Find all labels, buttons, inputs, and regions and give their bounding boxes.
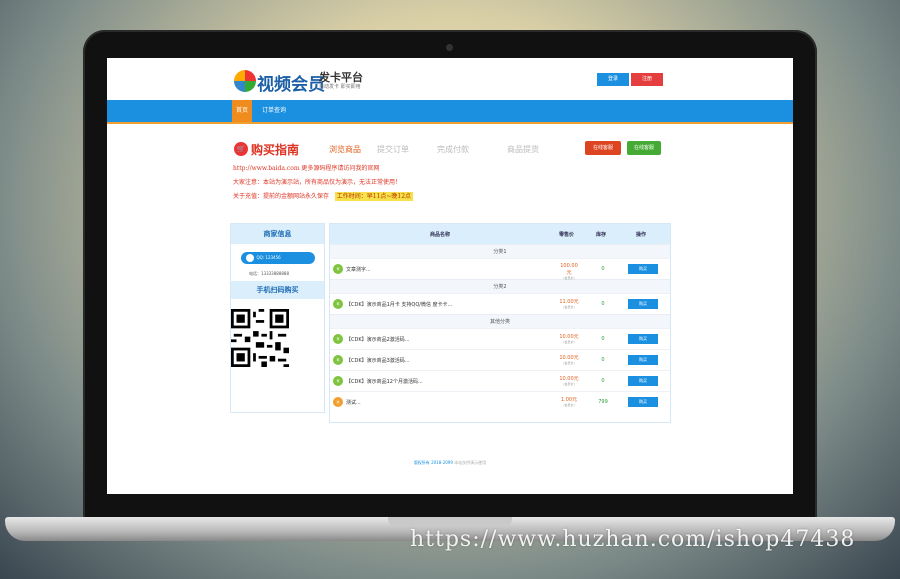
product-table: 商品名称 零售价 库存 操作 分类1 荐文章测字... 100.00元 (会员价) 0 购… [329, 223, 671, 423]
step-submit: 提交订单 [377, 145, 409, 154]
price-note: (会员价) [563, 305, 575, 309]
product-name[interactable]: 文章测字... [346, 266, 371, 273]
footer-note: 本站仅供演示使用 [454, 460, 487, 465]
logo-text[interactable]: 视频会员 [257, 70, 325, 95]
site-footer: 版权所有 2018-2099 本站仅供演示使用 [107, 460, 793, 466]
table-row: 荐【CDK】演示商品2激活码... 10.00元 (会员价) 0 购买 [330, 328, 670, 349]
main-nav: 首页 订单查询 [107, 100, 793, 124]
col-price: 零售价 [559, 232, 575, 238]
nav-home[interactable]: 首页 [232, 100, 252, 122]
notice-recharge-text: 关于充值：提前的金额网站永久保存 [233, 193, 330, 200]
table-row: 荐文章测字... 100.00元 (会员价) 0 购买 [330, 258, 670, 280]
product-badge-icon: 热 [333, 397, 343, 407]
guide-title: 购买指南 [251, 143, 300, 157]
notice-demo: 大家注意：本站为演示站，所有商品仅为演示，无法正常使用！ [233, 179, 402, 186]
product-name[interactable]: 【CDK】演示商品12个月激活码... [346, 378, 423, 385]
product-price: 10.00元 (会员价) [558, 375, 580, 386]
category-row: 其他分类 [330, 314, 670, 328]
col-stock: 库存 [596, 232, 607, 238]
logo-tagline: 自动发卡 即买即用 [319, 84, 361, 90]
merchant-phone: 电话：13333888888 [249, 271, 289, 276]
table-row: 荐【CDK】演示商品3激活码... 10.00元 (会员价) 0 购买 [330, 349, 670, 370]
product-stock: 0 [601, 378, 605, 384]
buy-button[interactable]: 购买 [628, 355, 658, 365]
product-badge-icon: 荐 [333, 299, 343, 309]
step-pickup: 商品提货 [507, 145, 539, 154]
product-name[interactable]: 【CDK】演示商品2激活码... [346, 336, 410, 343]
product-price: 10.00元 (会员价) [558, 333, 580, 344]
browser-screen: 视频会员 发卡平台 自动发卡 即买即用 登录 注册 首页 订单查询 🛒 购买指南… [107, 58, 793, 494]
category-row: 分类2 [330, 279, 670, 293]
price-note: (会员价) [563, 361, 575, 365]
buy-button[interactable]: 购买 [628, 264, 658, 274]
buy-button[interactable]: 购买 [628, 397, 658, 407]
scan-title: 手机扫码购买 [231, 281, 324, 299]
product-badge-icon: 荐 [333, 334, 343, 344]
site-header: 视频会员 发卡平台 自动发卡 即买即用 登录 注册 [107, 58, 793, 100]
notice-recharge: 关于充值：提前的金额网站永久保存 工作时间：早11点~晚12点 [233, 191, 414, 201]
price-note: (会员价) [563, 403, 575, 407]
product-stock: 0 [601, 301, 605, 307]
qr-code [231, 309, 289, 367]
product-stock: 0 [601, 357, 605, 363]
qq-button[interactable]: QQ: 123456 [240, 252, 315, 264]
camera-dot [446, 44, 453, 51]
buy-button[interactable]: 购买 [628, 299, 658, 309]
price-value: 100.00元 [560, 263, 578, 276]
product-stock: 0 [601, 336, 605, 342]
product-name[interactable]: 【CDK】演示商品3激活码... [346, 357, 410, 364]
step-pay: 完成付款 [437, 145, 469, 154]
customer-service-badge[interactable]: 在线客服 [585, 141, 621, 155]
col-action: 操作 [636, 232, 647, 238]
login-button[interactable]: 登录 [597, 73, 629, 86]
product-badge-icon: 荐 [333, 264, 343, 274]
product-stock: 0 [601, 266, 605, 272]
notice-url: http://www.baida.com 更多源码程序请访问我的官网 [233, 165, 380, 172]
working-hours: 工作时间：早11点~晚12点 [334, 192, 414, 201]
footer-copyright[interactable]: 版权所有 2018-2099 [414, 460, 453, 465]
merchant-panel: 商家信息 QQ: 123456 电话：13333888888 手机扫码购买 [230, 223, 325, 413]
product-stock: 799 [598, 399, 608, 405]
product-badge-icon: 荐 [333, 376, 343, 386]
customer-service-badge-2[interactable]: 在线客服 [627, 141, 661, 155]
table-row: 热测试... 1.00元 (会员价) 799 购买 [330, 391, 670, 412]
table-header: 商品名称 零售价 库存 操作 [330, 224, 670, 244]
laptop-notch [388, 517, 512, 527]
cart-icon: 🛒 [234, 142, 248, 156]
buy-button[interactable]: 购买 [628, 334, 658, 344]
category-row: 分类1 [330, 244, 670, 258]
price-note: (会员价) [563, 382, 575, 386]
product-name[interactable]: 【CDK】演示商品1月卡 支持QQ/微信 度卡卡... [346, 301, 452, 308]
table-body: 分类1 荐文章测字... 100.00元 (会员价) 0 购买 分类2 荐【CDK】演示商品1… [330, 244, 670, 412]
logo-icon [234, 70, 256, 92]
buy-button[interactable]: 购买 [628, 376, 658, 386]
product-price: 100.00元 (会员价) [558, 263, 580, 280]
register-button[interactable]: 注册 [631, 73, 663, 86]
product-price: 10.00元 (会员价) [558, 354, 580, 365]
product-price: 1.00元 (会员价) [558, 396, 580, 407]
merchant-title: 商家信息 [231, 224, 324, 244]
step-browse: 浏览商品 [329, 145, 361, 154]
nav-order-query[interactable]: 订单查询 [262, 100, 286, 122]
product-name[interactable]: 测试... [346, 399, 361, 406]
product-badge-icon: 荐 [333, 355, 343, 365]
table-row: 荐【CDK】演示商品12个月激活码... 10.00元 (会员价) 0 购买 [330, 370, 670, 391]
price-note: (会员价) [563, 340, 575, 344]
col-name: 商品名称 [430, 232, 451, 238]
table-row: 荐【CDK】演示商品1月卡 支持QQ/微信 度卡卡... 11.00元 (会员价) 0… [330, 293, 670, 314]
product-price: 11.00元 (会员价) [558, 298, 580, 309]
price-note: (会员价) [563, 276, 575, 280]
watermark-text: https://www.huzhan.com/ishop47438 [410, 527, 856, 552]
